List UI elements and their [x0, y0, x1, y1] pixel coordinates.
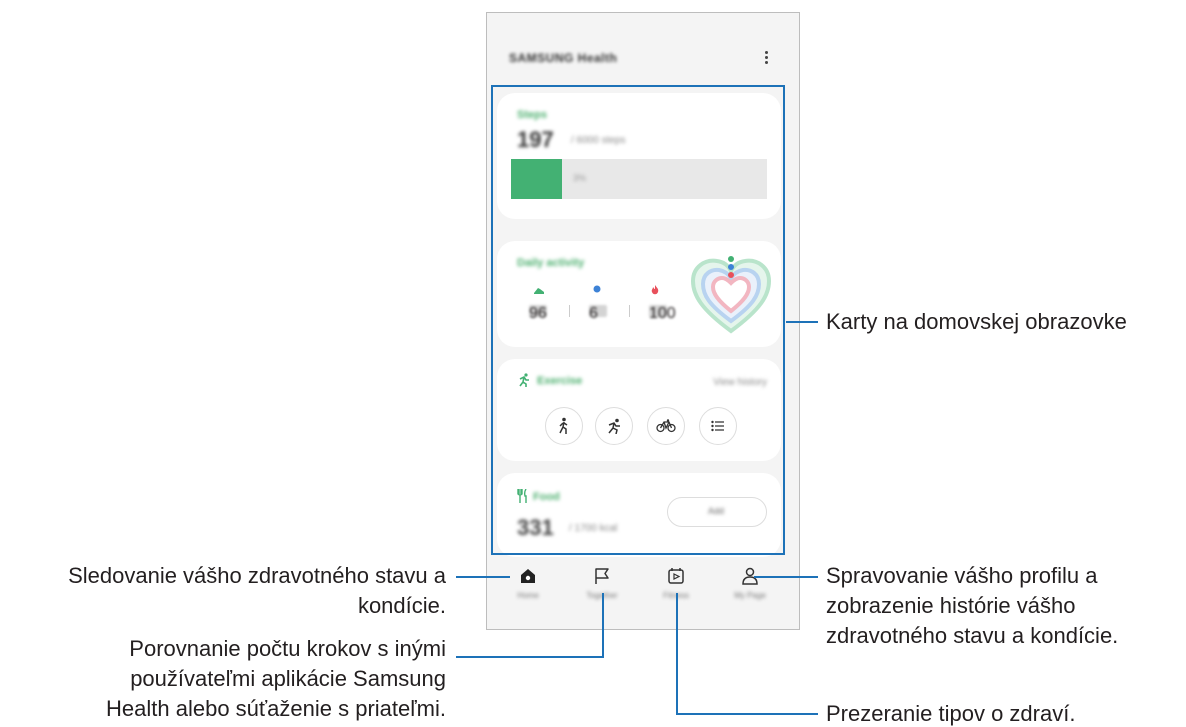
callout-line-together: [602, 593, 604, 657]
fitness-icon: [668, 568, 684, 584]
home-icon: [521, 569, 535, 583]
app-title: SAMSUNG Health: [509, 51, 618, 65]
flag-icon: [595, 568, 609, 584]
nav-label-my-page: My Page: [734, 591, 766, 600]
nav-item-my-page[interactable]: My Page: [715, 561, 785, 613]
caption-home: Sledovanie vášho zdravotného stavu a kon…: [0, 561, 446, 621]
nav-label-home: Home: [517, 591, 539, 600]
caption-profile-line-1: Spravovanie vášho profilu a: [826, 563, 1098, 588]
phone-screen: SAMSUNG Health Steps 197 / 6000 steps 3%…: [486, 12, 800, 630]
caption-together: Porovnanie počtu krokov s inými používat…: [0, 634, 446, 724]
caption-together-line-1: Porovnanie počtu krokov s inými: [129, 636, 446, 661]
callout-line-cards: [786, 321, 818, 323]
caption-profile-line-2: zobrazenie histórie vášho: [826, 593, 1076, 618]
callout-line-tips-h: [676, 713, 818, 715]
callout-line-home: [456, 576, 510, 578]
caption-cards: Karty na domovskej obrazovke: [826, 309, 1127, 334]
caption-together-line-3: Health alebo súťaženie s priateľmi.: [106, 696, 446, 721]
bottom-navigation: Home Together Fitness My Page: [487, 561, 799, 629]
more-options-icon[interactable]: [763, 51, 769, 67]
caption-profile-line-3: zdravotného stavu a kondície.: [826, 623, 1119, 648]
nav-item-home[interactable]: Home: [493, 561, 563, 613]
caption-home-line-2: kondície.: [357, 593, 446, 618]
caption-profile: Spravovanie vášho profilu a zobrazenie h…: [826, 561, 1118, 651]
caption-tips: Prezeranie tipov o zdraví.: [826, 701, 1076, 726]
caption-together-line-2: používateľmi aplikácie Samsung: [130, 666, 446, 691]
app-header: SAMSUNG Health: [487, 13, 799, 85]
home-cards-highlight: [491, 85, 785, 555]
callout-line-together-h: [456, 656, 604, 658]
caption-home-line-1: Sledovanie vášho zdravotného stavu a: [68, 563, 446, 588]
callout-line-profile: [754, 576, 818, 578]
callout-line-tips: [676, 593, 678, 714]
